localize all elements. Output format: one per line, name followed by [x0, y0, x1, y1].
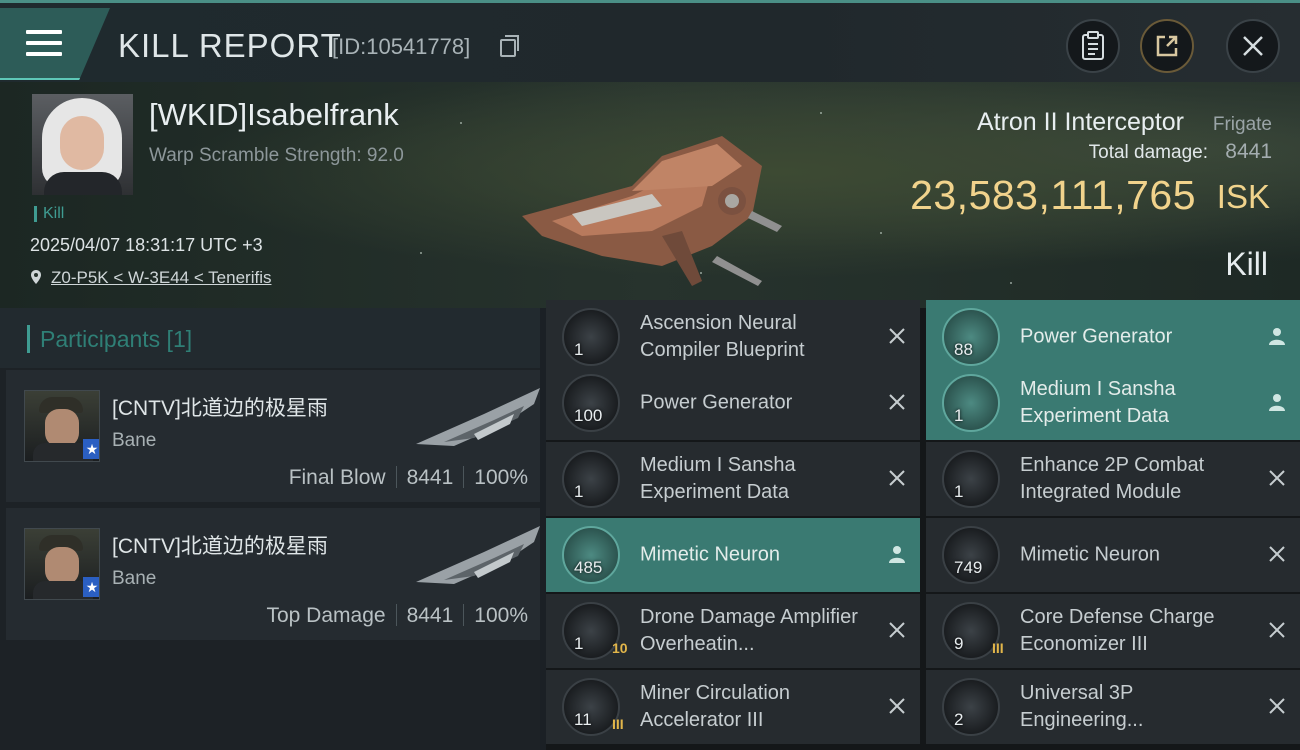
attacker-damage: 8441	[406, 466, 454, 489]
clipboard-icon	[1082, 31, 1104, 60]
destroyed-x-icon	[889, 328, 905, 344]
attacker-ship: Bane	[112, 568, 157, 589]
tier-badge: 10	[612, 640, 628, 656]
attacker-name[interactable]: [CNTV]北道边的极星雨	[112, 392, 328, 422]
item-name: Drone Damage Amplifier Overheatin...	[640, 606, 858, 655]
copy-icon[interactable]	[500, 35, 519, 57]
victim-ship-class: Frigate	[1212, 114, 1272, 135]
victim-banner: [WKID]Isabelfrank Warp Scramble Strength…	[0, 82, 1300, 308]
victim-ship-image	[522, 136, 782, 286]
attacker-role: Final Blow	[288, 466, 386, 489]
star-badge-icon: ★	[83, 577, 99, 597]
destroyed-x-icon	[1269, 470, 1285, 486]
close-icon	[1243, 36, 1263, 56]
location-pin-icon	[31, 270, 41, 284]
total-damage-value: 8441	[1225, 140, 1272, 163]
item-row[interactable]: 10 1 Drone Damage Amplifier Overheatin...	[546, 594, 920, 668]
attacker-ship-image	[416, 388, 540, 446]
engineering-module-icon	[942, 678, 1000, 736]
experiment-data-icon	[942, 374, 1000, 432]
tier-badge: III	[992, 640, 1004, 656]
item-name: Ascension Neural Compiler Blueprint	[640, 312, 805, 361]
isk-value: 23,583,111,765	[910, 172, 1196, 218]
attacker-role: Top Damage	[266, 604, 386, 627]
item-row[interactable]: 1 Medium I Sansha Experiment Data	[926, 366, 1300, 440]
kill-result: Kill	[1225, 246, 1268, 282]
person-icon	[1269, 328, 1285, 345]
hamburger-icon	[26, 30, 62, 63]
destroyed-x-icon	[889, 470, 905, 486]
report-id: [ID:10541778]	[332, 34, 471, 59]
top-bar: KILL REPORT [ID:10541778]	[0, 0, 1300, 82]
menu-button[interactable]	[0, 8, 110, 80]
destroyed-x-icon	[1269, 698, 1285, 714]
item-name: Universal 3P Engineering...	[1020, 682, 1144, 731]
attacker-percent: 100%	[474, 604, 528, 627]
attacker-avatar[interactable]: ★	[24, 390, 100, 462]
kill-location[interactable]: Z0-P5K < W-3E44 < Tenerifis	[31, 268, 271, 288]
destroyed-x-icon	[889, 622, 905, 638]
isk-unit: ISK	[1216, 178, 1270, 215]
attacker-avatar[interactable]: ★	[24, 528, 100, 600]
page-title: KILL REPORT	[118, 27, 342, 64]
dropped-items-grid: 1 Ascension Neural Compiler Blueprint 88…	[546, 300, 1300, 750]
item-row[interactable]: 485 Mimetic Neuron	[546, 518, 920, 592]
item-name: Core Defense Charge Economizer III	[1020, 606, 1215, 655]
participants-panel: Participants [1] ★ [CNTV]北道边的极星雨 Bane Fi…	[0, 308, 540, 750]
person-icon	[1269, 394, 1285, 411]
item-row[interactable]: 2 Universal 3P Engineering...	[926, 670, 1300, 744]
item-row[interactable]: III 11 Miner Circulation Accelerator III	[546, 670, 920, 744]
attacker-ship: Bane	[112, 430, 157, 451]
warp-scramble-strength: Warp Scramble Strength: 92.0	[149, 145, 404, 166]
attacker-damage: 8441	[406, 604, 454, 627]
item-name: Power Generator	[640, 391, 793, 414]
item-name: Enhance 2P Combat Integrated Module	[1020, 454, 1205, 503]
item-row[interactable]: 88 Power Generator	[926, 300, 1300, 374]
clipboard-button[interactable]	[1066, 19, 1120, 73]
share-icon	[1156, 35, 1178, 57]
attacker-stats: Final Blow 8441 100%	[289, 466, 528, 490]
destroyed-x-icon	[1269, 622, 1285, 638]
close-button[interactable]	[1226, 19, 1280, 73]
victim-name[interactable]: [WKID]Isabelfrank	[149, 97, 399, 133]
attacker-row[interactable]: ★ [CNTV]北道边的极星雨 Bane Final Blow 8441 100%	[6, 370, 540, 502]
item-row[interactable]: III 9 Core Defense Charge Economizer III	[926, 594, 1300, 668]
attacker-stats: Top Damage 8441 100%	[266, 604, 528, 628]
person-icon	[889, 546, 905, 563]
item-name: Mimetic Neuron	[1020, 543, 1161, 566]
participants-title: Participants [1]	[40, 326, 193, 352]
item-name: Miner Circulation Accelerator III	[640, 682, 791, 731]
item-row[interactable]: 100 Power Generator	[546, 366, 920, 440]
destroyed-x-icon	[1269, 546, 1285, 562]
item-name: Medium I Sansha Experiment Data	[640, 454, 796, 503]
destroyed-x-icon	[889, 394, 905, 410]
item-name: Power Generator	[1020, 325, 1173, 348]
tier-badge: III	[612, 716, 624, 732]
location-link[interactable]: Z0-P5K < W-3E44 < Tenerifis	[51, 268, 271, 287]
item-row[interactable]: 1 Ascension Neural Compiler Blueprint	[546, 300, 920, 374]
total-damage-label: Total damage:	[1088, 142, 1208, 163]
attacker-percent: 100%	[474, 466, 528, 489]
participants-header: Participants [1]	[0, 308, 540, 368]
combat-module-icon	[942, 450, 1000, 508]
kill-datetime: 2025/04/07 18:31:17 UTC +3	[30, 235, 263, 255]
victim-avatar[interactable]	[32, 94, 133, 195]
attacker-name[interactable]: [CNTV]北道边的极星雨	[112, 530, 328, 560]
item-row[interactable]: 1 Medium I Sansha Experiment Data	[546, 442, 920, 516]
item-row[interactable]: 749 Mimetic Neuron	[926, 518, 1300, 592]
destroyed-x-icon	[889, 698, 905, 714]
attacker-ship-image	[416, 526, 540, 584]
blueprint-icon	[562, 308, 620, 366]
item-name: Mimetic Neuron	[640, 543, 781, 566]
attacker-row[interactable]: ★ [CNTV]北道边的极星雨 Bane Top Damage 8441 100%	[6, 508, 540, 640]
experiment-data-icon	[562, 450, 620, 508]
star-badge-icon: ★	[83, 439, 99, 459]
share-button[interactable]	[1140, 19, 1194, 73]
item-name: Medium I Sansha Experiment Data	[1020, 378, 1176, 427]
item-row[interactable]: 1 Enhance 2P Combat Integrated Module	[926, 442, 1300, 516]
victim-ship-name: Atron II Interceptor	[976, 108, 1184, 136]
kill-tag: Kill	[34, 206, 64, 222]
